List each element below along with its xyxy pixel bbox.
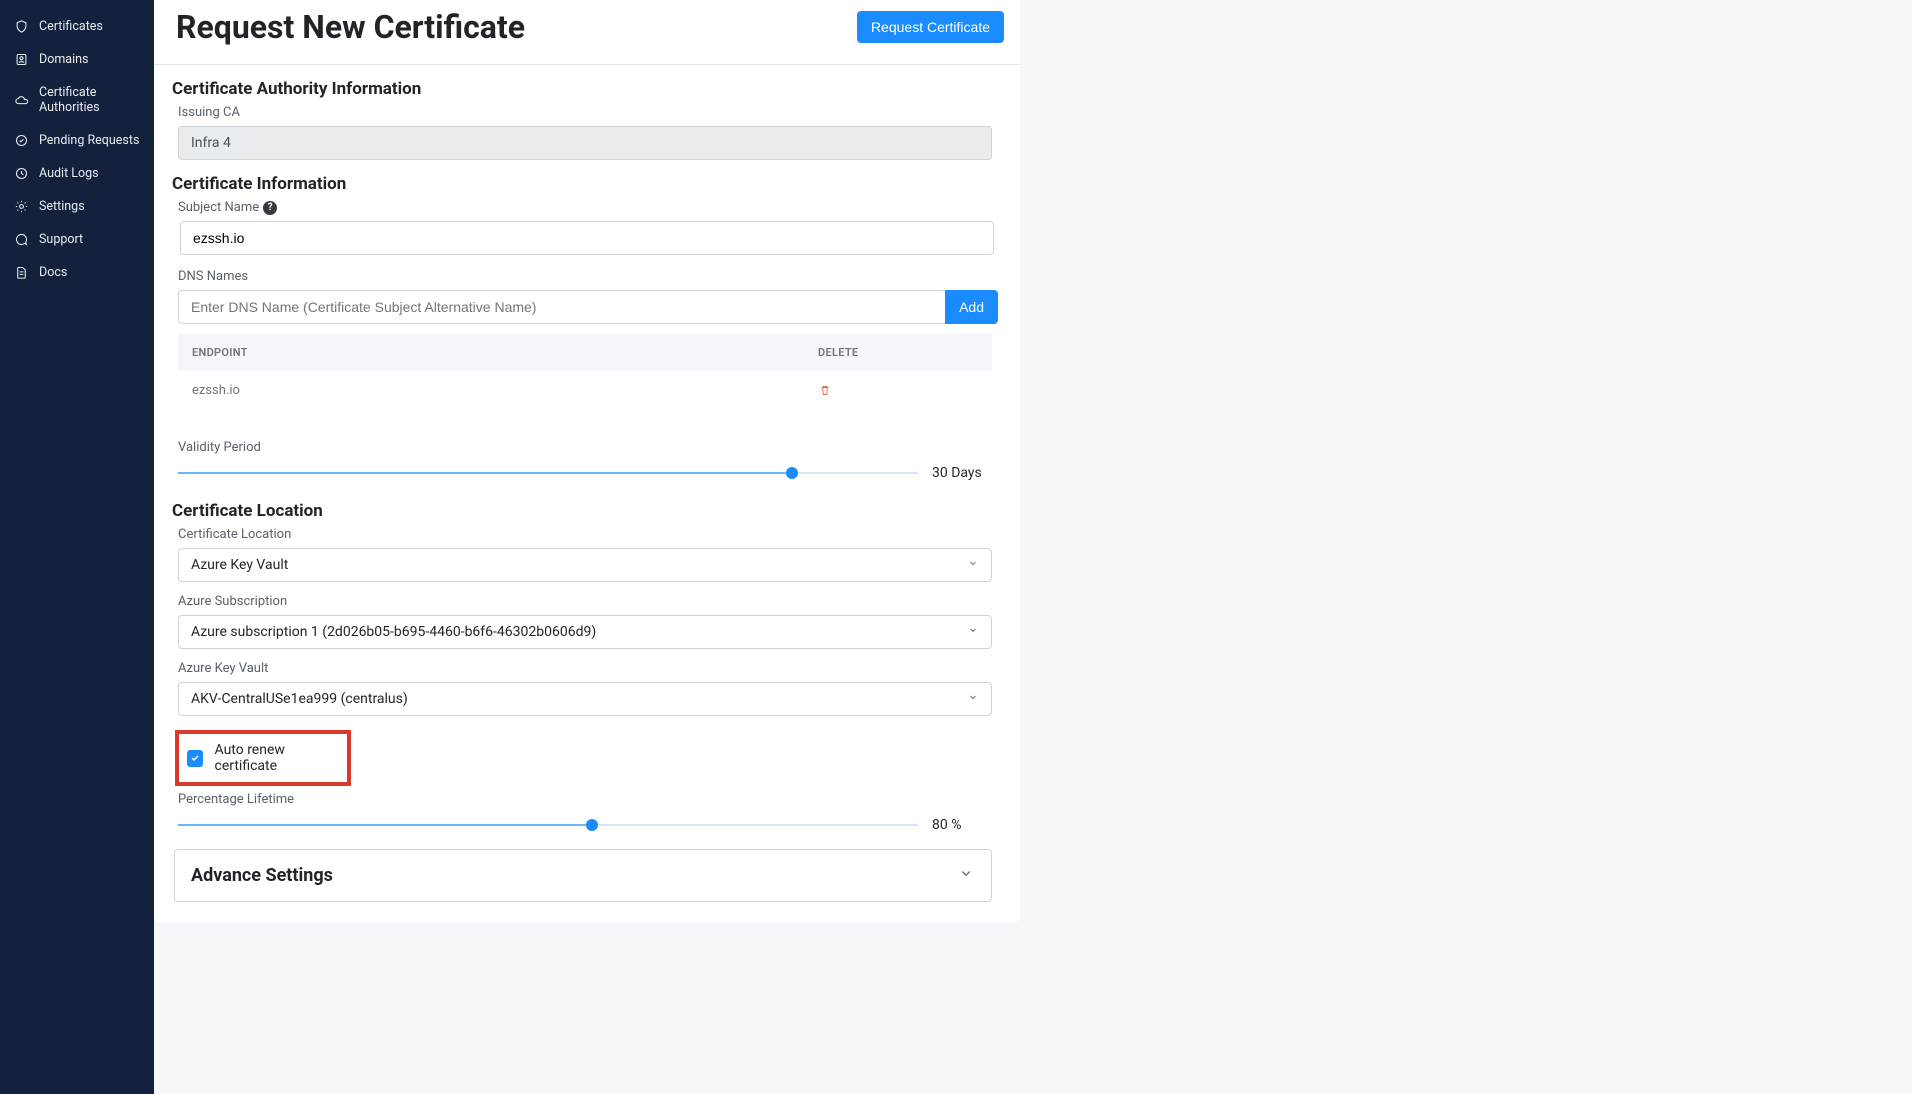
ca-info-section: Certificate Authority Information Issuin… [154, 65, 1020, 160]
chevron-down-icon [967, 557, 979, 573]
pct-lifetime-label: Percentage Lifetime [178, 792, 998, 807]
col-endpoint: ENDPOINT [192, 346, 818, 359]
endpoint-cell: ezssh.io [192, 383, 818, 402]
subject-name-label-text: Subject Name [178, 200, 259, 215]
slider-thumb[interactable] [786, 467, 798, 479]
validity-slider[interactable]: 30 Days [178, 465, 992, 481]
issuing-ca-label: Issuing CA [178, 105, 998, 120]
delete-endpoint-button[interactable] [818, 383, 978, 402]
sidebar-item-settings[interactable]: Settings [0, 190, 154, 223]
sidebar-item-certificate-authorities[interactable]: Certificate Authorities [0, 76, 154, 124]
dns-name-input[interactable] [178, 290, 945, 324]
history-icon [14, 166, 29, 181]
badge-icon [14, 52, 29, 67]
sidebar-item-domains[interactable]: Domains [0, 43, 154, 76]
chevron-down-icon [967, 624, 979, 640]
main-content: Request New Certificate Request Certific… [154, 0, 1440, 1094]
slider-thumb[interactable] [586, 819, 598, 831]
validity-period-label: Validity Period [178, 440, 998, 455]
trash-icon [818, 383, 832, 398]
cert-info-section: Certificate Information Subject Name ? D… [154, 160, 1020, 481]
dns-names-label: DNS Names [178, 269, 998, 284]
sidebar-item-label: Pending Requests [39, 133, 139, 148]
page-title: Request New Certificate [176, 8, 525, 46]
subscription-select[interactable]: Azure subscription 1 (2d026b05-b695-4460… [178, 615, 992, 649]
subject-name-label: Subject Name ? [178, 200, 998, 215]
keyvault-select[interactable]: AKV-CentralUSe1ea999 (centralus) [178, 682, 992, 716]
ca-section-heading: Certificate Authority Information [172, 79, 998, 99]
slider-track[interactable] [178, 824, 918, 826]
col-delete: DELETE [818, 346, 978, 359]
help-icon[interactable]: ? [263, 201, 277, 215]
gear-icon [14, 199, 29, 214]
sidebar-item-label: Support [39, 232, 83, 247]
issuing-ca-value: Infra 4 [178, 126, 992, 160]
dns-input-row: Add [178, 290, 998, 324]
sidebar-item-label: Domains [39, 52, 89, 67]
shield-icon [14, 19, 29, 34]
sidebar-item-label: Certificate Authorities [39, 85, 144, 115]
subscription-select-value: Azure subscription 1 (2d026b05-b695-4460… [191, 624, 596, 640]
subject-name-input[interactable] [180, 221, 994, 255]
chevron-down-icon [967, 691, 979, 707]
sidebar-item-support[interactable]: Support [0, 223, 154, 256]
table-row: ezssh.io [178, 371, 992, 422]
pct-slider[interactable]: 80 % [178, 817, 992, 833]
cert-location-section: Certificate Location Certificate Locatio… [154, 487, 1020, 902]
location-select-value: Azure Key Vault [191, 557, 288, 573]
check-icon [189, 752, 201, 764]
clock-check-icon [14, 133, 29, 148]
autorenew-label: Auto renew certificate [215, 742, 339, 774]
pct-value: 80 % [932, 817, 992, 833]
sidebar: Certificates Domains Certificate Authori… [0, 0, 154, 1094]
slider-fill [178, 472, 792, 474]
slider-track[interactable] [178, 472, 918, 474]
slider-fill [178, 824, 592, 826]
keyvault-select-value: AKV-CentralUSe1ea999 (centralus) [191, 691, 408, 707]
dns-table-header: ENDPOINT DELETE [178, 334, 992, 371]
autorenew-highlight: Auto renew certificate [175, 730, 351, 786]
sidebar-item-pending-requests[interactable]: Pending Requests [0, 124, 154, 157]
sidebar-item-label: Audit Logs [39, 166, 99, 181]
sidebar-item-label: Docs [39, 265, 67, 280]
sidebar-item-certificates[interactable]: Certificates [0, 10, 154, 43]
add-dns-button[interactable]: Add [945, 290, 998, 324]
chevron-down-icon [957, 864, 975, 887]
sidebar-item-docs[interactable]: Docs [0, 256, 154, 289]
request-certificate-button[interactable]: Request Certificate [857, 11, 1004, 43]
cloud-icon [14, 93, 29, 108]
card-header: Request New Certificate Request Certific… [154, 0, 1020, 65]
advance-settings-accordion[interactable]: Advance Settings [174, 849, 992, 902]
request-certificate-card: Request New Certificate Request Certific… [154, 0, 1020, 922]
keyvault-label: Azure Key Vault [178, 661, 998, 676]
document-icon [14, 265, 29, 280]
dns-table: ENDPOINT DELETE ezssh.io [178, 334, 992, 422]
autorenew-checkbox[interactable] [187, 750, 203, 767]
sidebar-item-audit-logs[interactable]: Audit Logs [0, 157, 154, 190]
subscription-label: Azure Subscription [178, 594, 998, 609]
chat-icon [14, 232, 29, 247]
cert-info-heading: Certificate Information [172, 174, 998, 194]
location-heading: Certificate Location [172, 501, 998, 521]
advance-settings-heading: Advance Settings [191, 865, 333, 886]
validity-value: 30 Days [932, 465, 992, 481]
sidebar-item-label: Certificates [39, 19, 103, 34]
sidebar-item-label: Settings [39, 199, 85, 214]
location-select[interactable]: Azure Key Vault [178, 548, 992, 582]
location-label: Certificate Location [178, 527, 998, 542]
